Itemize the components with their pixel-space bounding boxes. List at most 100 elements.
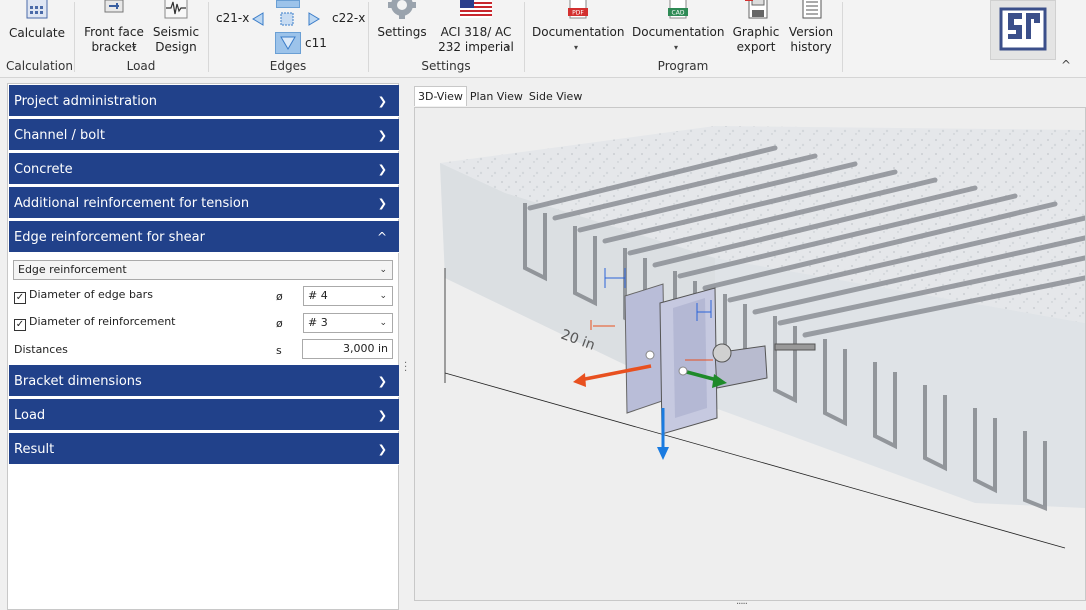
section-label: Channel / bolt xyxy=(14,128,105,143)
view-tabs: 3D-View Plan View Side View xyxy=(414,86,585,108)
section-label: Load xyxy=(14,408,46,423)
documentation-cad-label: Documentation xyxy=(632,25,725,39)
section-channel-bolt[interactable]: Channel / bolt ❯ xyxy=(9,119,399,151)
chevron-down-icon: ❯ xyxy=(377,197,387,210)
frame-select-icon xyxy=(280,12,294,26)
seismic-design-label: Seismic Design xyxy=(152,25,200,54)
section-label: Concrete xyxy=(14,162,73,177)
3d-viewport[interactable]: 20 in xyxy=(414,107,1086,601)
diameter-edge-bars-checkbox[interactable]: ✓ xyxy=(14,292,26,304)
edge-c22x-label: c22-x xyxy=(332,11,366,25)
ribbon: Calculate Calculation Front face bracket… xyxy=(0,0,1086,78)
arrow-down-icon xyxy=(280,36,296,50)
group-label-program: Program xyxy=(657,59,709,73)
edge-c12-button[interactable] xyxy=(276,0,300,8)
seismic-design-button[interactable]: Seismic Design xyxy=(150,0,202,55)
tab-3d-view[interactable]: 3D-View xyxy=(414,86,467,106)
section-edge-reinforcement[interactable]: Edge reinforcement for shear ^ xyxy=(9,221,399,253)
diameter-edge-bars-value: # 4 xyxy=(308,289,328,302)
front-face-bracket-label: Front face bracket xyxy=(84,25,144,54)
chevron-up-icon: ^ xyxy=(376,230,387,244)
diameter-reinforcement-label: Diameter of reinforcement xyxy=(29,315,176,328)
chevron-down-icon: ❯ xyxy=(377,409,387,422)
company-logo xyxy=(990,0,1056,60)
save-export-icon xyxy=(745,0,768,19)
calculate-label: Calculate xyxy=(8,26,66,40)
diameter-symbol: ø xyxy=(276,317,283,330)
chevron-down-icon: ❯ xyxy=(377,375,387,388)
group-separator xyxy=(74,2,75,72)
distances-input[interactable]: 3,000 in xyxy=(302,339,393,359)
calculate-button[interactable]: Calculate xyxy=(6,0,68,41)
vertical-splitter[interactable]: · · · xyxy=(404,359,407,377)
chevron-down-icon: ⌄ xyxy=(379,291,387,301)
chevron-down-icon: ❯ xyxy=(377,163,387,176)
section-label: Result xyxy=(14,442,55,457)
documentation-cad-button[interactable]: CAD Documentation ▾ xyxy=(632,0,725,52)
gear-icon xyxy=(388,0,416,19)
tab-side-view[interactable]: Side View xyxy=(526,87,585,106)
section-concrete[interactable]: Concrete ❯ xyxy=(9,153,399,185)
group-separator xyxy=(524,2,525,72)
edge-c11-button[interactable] xyxy=(275,32,301,54)
diameter-edge-bars-select[interactable]: # 4 ⌄ xyxy=(303,286,393,306)
settings-label: Settings xyxy=(377,25,427,39)
cad-document-icon: CAD xyxy=(668,0,688,19)
documentation-pdf-button[interactable]: PDF Documentation ▾ xyxy=(532,0,625,52)
chevron-down-icon: ▾ xyxy=(574,43,579,52)
edge-c21x-label: c21-x xyxy=(216,11,250,25)
chevron-down-icon: ▾ xyxy=(674,43,679,52)
seismograph-icon xyxy=(164,0,188,19)
front-face-bracket-button[interactable]: Front face bracket ▾ xyxy=(82,0,146,55)
version-history-label: Version history xyxy=(788,25,834,54)
document-list-icon xyxy=(802,0,822,19)
arrow-left-icon[interactable] xyxy=(251,11,265,27)
view-panel: 3D-View Plan View Side View 20 in xyxy=(414,83,1086,601)
group-label-calculation: Calculation xyxy=(6,59,73,73)
distances-symbol: s xyxy=(276,344,282,357)
calculator-icon xyxy=(26,0,48,19)
group-separator xyxy=(208,2,209,72)
pdf-document-icon: PDF xyxy=(568,0,588,19)
logo-icon xyxy=(999,7,1047,51)
section-label: Additional reinforcement for tension xyxy=(14,196,250,211)
chevron-down-icon: ▾ xyxy=(506,43,511,52)
diameter-edge-bars-row: ✓ Diameter of edge bars xyxy=(14,288,153,304)
edge-c11-label: c11 xyxy=(305,36,327,50)
svg-text:CAD: CAD xyxy=(672,10,685,17)
section-result[interactable]: Result ❯ xyxy=(9,433,399,465)
group-label-edges: Edges xyxy=(269,59,307,73)
distances-label: Distances xyxy=(14,343,68,356)
section-additional-reinforcement[interactable]: Additional reinforcement for tension ❯ xyxy=(9,187,399,219)
version-history-button[interactable]: Version history xyxy=(786,0,836,55)
edge-select-all-button[interactable] xyxy=(276,9,298,29)
svg-text:PDF: PDF xyxy=(572,10,584,17)
collapse-ribbon-icon[interactable]: ^ xyxy=(1061,58,1071,72)
chevron-down-icon: ❯ xyxy=(377,443,387,456)
arrow-right-icon[interactable] xyxy=(307,11,321,27)
standard-selector[interactable]: ACI 318/ AC 232 imperial ▾ xyxy=(434,0,518,55)
diameter-symbol: ø xyxy=(276,290,283,303)
settings-button[interactable]: Settings xyxy=(376,0,428,40)
section-load[interactable]: Load ❯ xyxy=(9,399,399,431)
diameter-edge-bars-label: Diameter of edge bars xyxy=(29,288,153,301)
diameter-reinforcement-select[interactable]: # 3 ⌄ xyxy=(303,313,393,333)
3d-model-illustration: 20 in xyxy=(440,126,1086,549)
horizontal-splitter[interactable]: ····· xyxy=(736,599,748,610)
edge-reinforcement-select[interactable]: Edge reinforcement ⌄ xyxy=(13,260,393,280)
edge-reinforcement-value: Edge reinforcement xyxy=(18,263,127,276)
diameter-reinforcement-value: # 3 xyxy=(308,316,328,329)
diameter-reinforcement-row: ✓ Diameter of reinforcement xyxy=(14,315,176,331)
section-bracket-dimensions[interactable]: Bracket dimensions ❯ xyxy=(9,365,399,397)
section-project-administration[interactable]: Project administration ❯ xyxy=(9,85,399,117)
group-separator xyxy=(368,2,369,72)
section-label: Project administration xyxy=(14,94,158,109)
input-panel: Project administration ❯ Channel / bolt … xyxy=(7,83,399,610)
graphic-export-button[interactable]: Graphic export xyxy=(730,0,782,55)
diameter-reinforcement-checkbox[interactable]: ✓ xyxy=(14,319,26,331)
chevron-down-icon: ▾ xyxy=(132,43,137,52)
chevron-down-icon: ⌄ xyxy=(379,318,387,328)
section-label: Edge reinforcement for shear xyxy=(14,230,205,245)
chevron-down-icon: ❯ xyxy=(377,95,387,108)
tab-plan-view[interactable]: Plan View xyxy=(467,87,526,106)
